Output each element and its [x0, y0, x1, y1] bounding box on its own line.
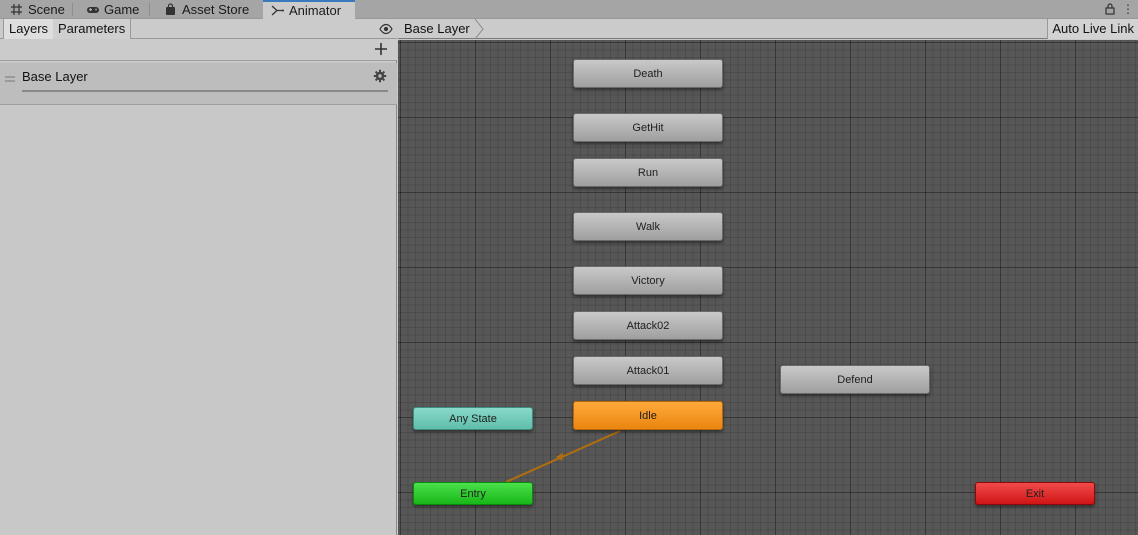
tab-separator [149, 3, 150, 16]
auto-live-link-toggle[interactable]: Auto Live Link [1047, 19, 1138, 39]
tab-separator [72, 3, 73, 16]
window-tab-bar: Scene Game Asset Store Animator ⋮ [0, 0, 1138, 19]
layer-item-base-layer[interactable]: Base Layer [0, 63, 397, 105]
layer-weight-bar [22, 90, 388, 92]
gear-icon[interactable] [373, 69, 387, 83]
state-death[interactable]: Death [573, 59, 723, 88]
breadcrumb-item[interactable]: Base Layer [404, 21, 470, 36]
tab-scene[interactable]: Scene [2, 0, 73, 19]
state-gethit[interactable]: GetHit [573, 113, 723, 142]
layer-name: Base Layer [22, 69, 88, 84]
animator-icon [271, 4, 284, 17]
gamepad-icon [86, 3, 99, 16]
layers-panel-tabs: Layers Parameters [0, 19, 397, 39]
tab-asset-store[interactable]: Asset Store [156, 0, 257, 19]
state-any-state[interactable]: Any State [413, 407, 533, 430]
plus-icon [375, 43, 387, 55]
state-walk[interactable]: Walk [573, 212, 723, 241]
tab-parameters[interactable]: Parameters [53, 19, 132, 39]
tab-animator[interactable]: Animator [263, 0, 355, 19]
tab-label: Scene [28, 2, 65, 17]
tab-game[interactable]: Game [78, 0, 147, 19]
more-options-icon[interactable]: ⋮ [1122, 2, 1134, 16]
lock-icon[interactable] [1104, 2, 1116, 16]
tab-label: Game [104, 2, 140, 17]
state-run[interactable]: Run [573, 158, 723, 187]
eye-icon[interactable] [379, 23, 393, 35]
layers-toolbar [0, 39, 397, 61]
state-attack01[interactable]: Attack01 [573, 356, 723, 385]
grid-icon [10, 3, 23, 16]
state-entry[interactable]: Entry [413, 482, 533, 505]
state-exit[interactable]: Exit [975, 482, 1095, 505]
animator-graph-canvas[interactable]: Death GetHit Run Walk Victory Attack02 A… [398, 40, 1138, 535]
shopping-bag-icon [164, 3, 177, 16]
layers-panel: Layers Parameters Base Layer [0, 19, 397, 535]
state-victory[interactable]: Victory [573, 266, 723, 295]
drag-handle-icon[interactable] [5, 70, 15, 82]
add-layer-button[interactable] [373, 41, 389, 57]
state-attack02[interactable]: Attack02 [573, 311, 723, 340]
tab-label: Asset Store [182, 2, 250, 17]
transition-entry-to-idle[interactable] [398, 40, 1138, 535]
breadcrumb-arrow-icon [474, 19, 484, 39]
state-defend[interactable]: Defend [780, 365, 930, 394]
state-idle[interactable]: Idle [573, 401, 723, 430]
tab-layers[interactable]: Layers [3, 19, 55, 39]
tab-label: Animator [289, 3, 342, 18]
animator-graph-header: Base Layer Auto Live Link [398, 19, 1138, 39]
